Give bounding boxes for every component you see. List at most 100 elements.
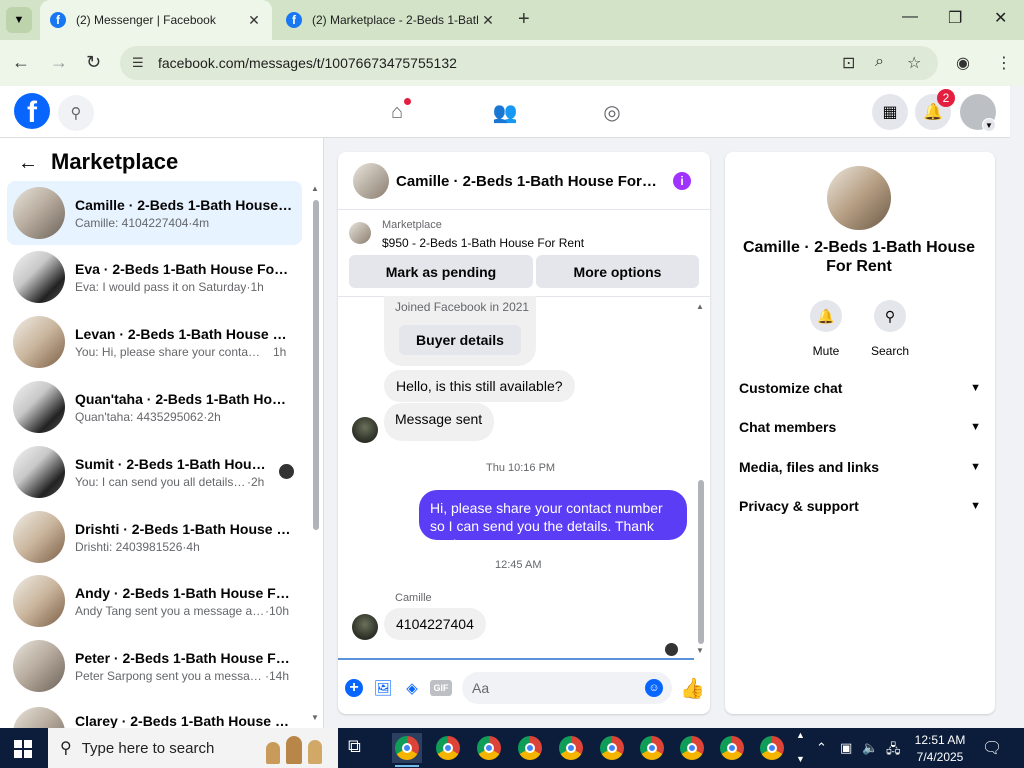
conversation-item[interactable]: Drishti · 2-Beds 1-Bath House For Rent D… — [7, 505, 302, 569]
chrome-taskbar-icon[interactable] — [515, 733, 545, 763]
conversation-time: 2h — [207, 409, 221, 424]
sidebar-scrollbar[interactable] — [313, 200, 319, 530]
thumbs-up-icon[interactable]: 👍 — [680, 676, 705, 701]
chrome-taskbar-icon[interactable] — [677, 733, 707, 763]
message-input[interactable]: Aa — [462, 672, 672, 704]
tab-close-icon[interactable]: ✕ — [244, 12, 264, 29]
buyer-details-button[interactable]: Buyer details — [399, 325, 521, 355]
section-privacy[interactable]: Privacy & support ▼ — [739, 495, 981, 517]
maximize-button[interactable]: ❐ — [948, 8, 962, 28]
sender-avatar[interactable] — [352, 417, 378, 443]
taskbar-scroll-down-icon[interactable]: ▼ — [796, 754, 805, 764]
back-arrow-icon[interactable]: ← — [18, 152, 38, 175]
menu-kebab-icon[interactable]: ⋮ — [996, 53, 1012, 73]
chrome-icon — [559, 736, 583, 760]
listing-thumbnail[interactable] — [349, 222, 371, 244]
sticker-icon[interactable]: ◈ — [402, 678, 422, 698]
bell-icon: 🔔 — [810, 300, 842, 332]
taskbar-scroll-up-icon[interactable]: ▲ — [796, 730, 805, 740]
conversation-preview: Quan'taha: 4435295062 — [75, 409, 204, 424]
minimize-button[interactable]: — — [902, 8, 918, 26]
conversation-item[interactable]: Andy · 2-Beds 1-Bath House For Rent Andy… — [7, 569, 302, 633]
search-icon[interactable]: ⚲ — [58, 95, 94, 131]
home-notification-dot — [404, 98, 411, 105]
forward-arrow-icon[interactable]: → — [50, 52, 68, 73]
windows-start-icon[interactable] — [14, 740, 32, 758]
search-button[interactable]: ⚲ Search — [870, 300, 910, 358]
zoom-icon[interactable]: ⌕ — [875, 53, 884, 71]
photo-icon[interactable]: 🖼 — [373, 678, 393, 698]
taskbar-clock[interactable]: 12:51 AM 7/4/2025 — [910, 732, 970, 766]
back-arrow-icon[interactable]: ← — [12, 52, 30, 73]
tab-marketplace[interactable]: f (2) Marketplace - 2-Beds 1-Bath ✕ — [276, 0, 506, 40]
chrome-taskbar-icon[interactable] — [757, 733, 787, 763]
network-icon[interactable]: 🖧 — [886, 740, 901, 762]
section-customize-chat[interactable]: Customize chat ▼ — [739, 377, 981, 399]
listing-price[interactable]: $950 - 2-Beds 1-Bath House For Rent — [382, 236, 584, 250]
tab-search-button[interactable]: ▼ — [6, 7, 32, 33]
tray-overflow-icon[interactable]: ⌃ — [816, 740, 827, 756]
site-info-icon[interactable]: ☰ — [132, 55, 152, 71]
scroll-down-arrow-icon[interactable]: ▼ — [696, 646, 704, 655]
emoji-icon[interactable]: ☺ — [645, 679, 663, 697]
omnibox[interactable]: ☰ facebook.com/messages/t/10076673475755… — [120, 46, 938, 80]
conversation-item[interactable]: Clarey · 2-Beds 1-Bath House For Rent — [7, 699, 302, 728]
listing-avatar[interactable] — [827, 166, 891, 230]
chrome-taskbar-icon[interactable] — [433, 733, 463, 763]
chrome-icon — [518, 736, 542, 760]
conversation-item[interactable]: Camille · 2-Beds 1-Bath House For Rent C… — [7, 181, 302, 245]
reload-icon[interactable]: ↻ — [86, 52, 101, 73]
bookmark-star-icon[interactable]: ☆ — [907, 53, 921, 73]
conversation-item[interactable]: Sumit · 2-Beds 1-Bath House For Rent You… — [7, 440, 302, 504]
facebook-favicon-icon: f — [286, 12, 302, 28]
new-tab-button[interactable]: + — [518, 8, 530, 31]
camera-icon[interactable]: ▣ — [840, 740, 852, 756]
chevron-down-icon[interactable]: ▼ — [982, 118, 996, 132]
profile-icon[interactable]: ◉ — [956, 53, 970, 73]
facebook-logo-icon[interactable]: f — [14, 93, 50, 129]
chrome-taskbar-icon[interactable] — [597, 733, 627, 763]
install-app-icon[interactable]: ⊡ — [842, 53, 855, 73]
conversation-name: Clarey · 2-Beds 1-Bath House For Rent — [75, 713, 293, 728]
more-options-button[interactable]: More options — [536, 255, 699, 288]
conversation-time: 4h — [186, 539, 200, 554]
info-icon[interactable]: i — [673, 172, 691, 190]
section-media[interactable]: Media, files and links ▼ — [739, 456, 981, 478]
gif-icon[interactable]: GIF — [430, 680, 452, 696]
chat-scrollbar[interactable] — [698, 480, 704, 644]
tab-close-icon[interactable]: ✕ — [478, 12, 498, 29]
task-view-icon[interactable]: ⧉ — [348, 736, 361, 757]
chrome-taskbar-icon[interactable] — [556, 733, 586, 763]
timestamp: Thu 10:16 PM — [486, 462, 556, 474]
mark-pending-button[interactable]: Mark as pending — [349, 255, 533, 288]
chat-title[interactable]: Camille · 2-Beds 1-Bath House For Rent — [396, 173, 658, 190]
page-scrollbar[interactable] — [1010, 86, 1024, 728]
message-bubble: Message sent — [384, 403, 495, 441]
chat-thumbnail[interactable] — [353, 163, 389, 199]
conversation-item[interactable]: Levan · 2-Beds 1-Bath House For Rent You… — [7, 310, 302, 374]
conversation-item[interactable]: Eva · 2-Beds 1-Bath House For Rent Eva: … — [7, 245, 302, 309]
window-close-button[interactable]: ✕ — [994, 8, 1007, 28]
chrome-taskbar-icon[interactable] — [637, 733, 667, 763]
scroll-up-arrow-icon[interactable]: ▲ — [696, 302, 704, 311]
chrome-taskbar-icon[interactable] — [392, 733, 422, 763]
chrome-taskbar-icon[interactable] — [474, 733, 504, 763]
tab-messenger[interactable]: f (2) Messenger | Facebook ✕ — [40, 0, 272, 40]
sender-avatar[interactable] — [352, 614, 378, 640]
conversation-item[interactable]: Peter · 2-Beds 1-Bath House For Rent Pet… — [7, 634, 302, 698]
plus-icon[interactable]: + — [345, 679, 363, 697]
chrome-taskbar-icon[interactable] — [717, 733, 747, 763]
mute-button[interactable]: 🔔 Mute — [806, 300, 846, 358]
menu-grid-icon[interactable]: ▦ — [872, 94, 908, 130]
scroll-down-arrow-icon[interactable]: ▼ — [311, 713, 319, 722]
scroll-up-arrow-icon[interactable]: ▲ — [311, 184, 319, 193]
groups-icon[interactable]: ◎ — [597, 98, 627, 126]
volume-icon[interactable]: 🔈 — [862, 740, 878, 756]
friends-icon[interactable]: 👥 — [490, 98, 520, 126]
message-bubble: 4104227404 — [384, 608, 486, 640]
chevron-down-icon: ▼ — [970, 382, 981, 394]
conversation-name: Camille · 2-Beds 1-Bath House For Rent — [75, 196, 293, 213]
notification-center-icon[interactable]: 🗨 — [982, 738, 1002, 758]
section-chat-members[interactable]: Chat members ▼ — [739, 416, 981, 438]
conversation-item[interactable]: Quan'taha · 2-Beds 1-Bath House For Rent… — [7, 375, 302, 439]
